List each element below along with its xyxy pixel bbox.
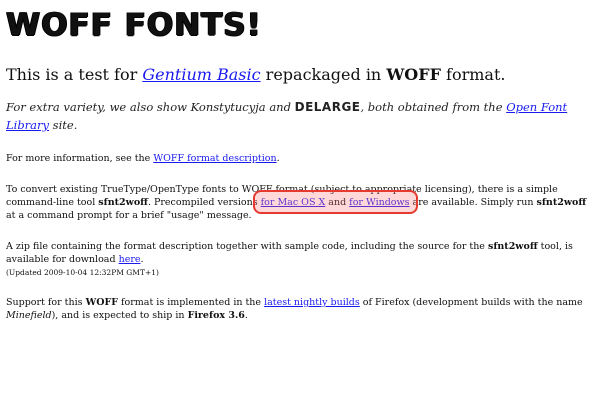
minefield-name: Minefield: [6, 310, 52, 321]
convert-suffix: at a command prompt for a brief "usage" …: [6, 210, 252, 221]
page-title: WOFF FONTS!: [6, 7, 262, 43]
woff-format-description-link[interactable]: WOFF format description: [153, 153, 276, 164]
zip-tool-name: sfnt2woff: [487, 241, 538, 252]
intro-prefix: This is a test for: [6, 65, 143, 84]
convert-middle2: are available. Simply run: [409, 197, 537, 208]
convert-tool-name: sfnt2woff: [98, 197, 148, 208]
support-middle3: ), and is expected to ship in: [51, 310, 188, 321]
page-content: WOFF FONTS! This is a test for Gentium B…: [6, 8, 594, 322]
variety-prefix: For extra variety, we also show: [6, 100, 191, 114]
variety-middle: , both obtained from the: [360, 100, 507, 114]
support-middle1: format is implemented in the: [118, 297, 265, 308]
firefox-version: Firefox 3.6: [187, 310, 245, 321]
konstytucyja-sample: Konstytucyja: [190, 100, 266, 114]
variety-paragraph: For extra variety, we also show Konstytu…: [6, 98, 594, 134]
intro-paragraph: This is a test for Gentium Basic repacka…: [6, 64, 594, 86]
intro-woff: WOFF: [386, 65, 441, 84]
variety-suffix: site.: [49, 118, 78, 132]
convert-tool-name-2: sfnt2woff: [536, 197, 587, 208]
more-info-suffix: .: [276, 153, 280, 164]
support-suffix: .: [244, 310, 248, 321]
download-links-highlight: [252, 190, 418, 214]
more-info-prefix: For more information, see the: [6, 153, 154, 164]
zip-prefix: A zip file containing the format descrip…: [6, 241, 488, 252]
nightly-builds-link[interactable]: latest nightly builds: [264, 297, 360, 308]
updated-note: (Updated 2009-10-04 12:32PM GMT+1): [6, 268, 159, 277]
support-woff: WOFF: [85, 297, 118, 308]
download-here-link[interactable]: here: [119, 254, 141, 265]
zip-paragraph: A zip file containing the format descrip…: [6, 240, 594, 266]
support-paragraph: Support for this WOFF format is implemen…: [6, 296, 594, 322]
gentium-basic-link[interactable]: Gentium Basic: [142, 65, 260, 84]
more-info-paragraph: For more information, see the WOFF forma…: [6, 152, 594, 165]
convert-middle1: . Precompiled versions: [147, 197, 261, 208]
intro-suffix: format.: [440, 65, 506, 84]
zip-suffix: .: [140, 254, 144, 265]
intro-middle: repackaged in: [260, 65, 387, 84]
support-prefix: Support for this: [6, 297, 86, 308]
delarge-sample: DELARGE: [294, 100, 361, 114]
support-middle2: of Firefox (development builds with the …: [359, 297, 583, 308]
variety-and: and: [265, 100, 295, 114]
